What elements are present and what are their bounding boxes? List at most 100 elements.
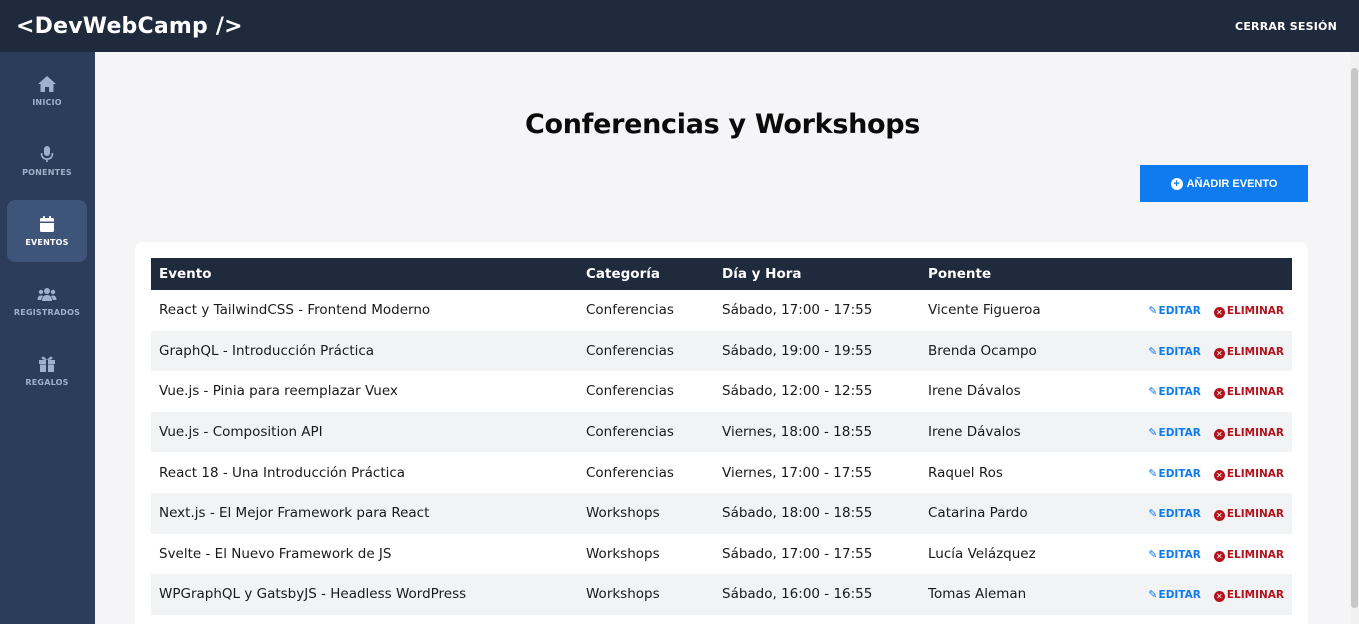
edit-button[interactable]: ✎EDITAR [1148,385,1201,399]
cell-evento: React 18 - Una Introducción Práctica [159,464,406,481]
cell-categoria: Conferencias [586,464,674,481]
cell-dia-hora: Sábado, 17:00 - 17:55 [722,302,873,319]
edit-label: EDITAR [1158,345,1201,358]
cell-dia-hora: Sábado, 17:00 - 17:55 [722,545,873,562]
delete-label: ELIMINAR [1226,467,1284,480]
cell-dia-hora: Sábado, 16:00 - 16:55 [722,586,873,603]
edit-label: EDITAR [1158,548,1201,561]
events-card: Evento Categoría Día y Hora Ponente Reac… [135,242,1308,624]
edit-button[interactable]: ✎EDITAR [1148,507,1201,521]
cell-evento: GraphQL - Introducción Práctica [159,342,375,359]
edit-button[interactable]: ✎EDITAR [1148,466,1201,480]
edit-button[interactable]: ✎EDITAR [1148,588,1201,602]
sidebar-item-inicio[interactable]: INICIO [7,60,87,122]
pencil-icon: ✎ [1148,466,1158,480]
sidebar-item-label: REGISTRADOS [13,308,81,317]
events-table: Evento Categoría Día y Hora Ponente Reac… [151,258,1292,615]
sidebar-item-ponentes[interactable]: PONENTES [7,130,87,192]
pencil-icon: ✎ [1148,426,1158,440]
delete-button[interactable]: ✕ ELIMINAR [1213,305,1284,319]
delete-button[interactable]: ✕ ELIMINAR [1213,386,1284,400]
delete-label: ELIMINAR [1226,508,1284,521]
edit-button[interactable]: ✎EDITAR [1148,426,1201,440]
cell-actions: ✎EDITAR ✕ ELIMINAR [1130,412,1292,453]
edit-label: EDITAR [1158,305,1201,318]
sidebar-item-label: REGALOS [25,378,69,387]
cell-dia-hora: Sábado, 19:00 - 19:55 [722,342,873,359]
x-circle-icon: ✕ [1213,429,1225,441]
cell-categoria: Conferencias [586,424,674,441]
delete-label: ELIMINAR [1226,345,1284,358]
cell-ponente: Lucía Velázquez [928,545,1036,562]
sidebar-item-eventos[interactable]: EVENTOS [7,200,87,262]
delete-label: ELIMINAR [1226,427,1284,440]
delete-button[interactable]: ✕ ELIMINAR [1213,345,1284,359]
pencil-icon: ✎ [1148,385,1158,399]
cell-categoria: Workshops [586,545,660,562]
pencil-icon: ✎ [1148,588,1158,602]
delete-button[interactable]: ✕ ELIMINAR [1213,467,1284,481]
x-circle-icon: ✕ [1213,469,1225,481]
logout-button[interactable]: CERRAR SESIÓN [1235,20,1337,33]
x-circle-icon: ✕ [1213,347,1225,359]
table-row: Svelte - El Nuevo Framework de JS Worksho… [151,534,1292,575]
sidebar-item-label: EVENTOS [25,238,69,247]
cell-actions: ✎EDITAR ✕ ELIMINAR [1130,452,1292,493]
x-circle-icon: ✕ [1213,307,1225,319]
edit-label: EDITAR [1158,427,1201,440]
cell-ponente: Irene Dávalos [928,383,1021,400]
x-circle-icon: ✕ [1213,591,1225,603]
cell-categoria: Conferencias [586,342,674,359]
scrollbar-thumb[interactable] [1351,68,1358,608]
x-circle-icon: ✕ [1213,550,1225,562]
edit-button[interactable]: ✎EDITAR [1148,344,1201,358]
delete-label: ELIMINAR [1226,589,1284,602]
cell-actions: ✎EDITAR ✕ ELIMINAR [1130,493,1292,534]
delete-label: ELIMINAR [1226,305,1284,318]
app-logo[interactable]: <DevWebCamp /> [16,14,243,39]
delete-button[interactable]: ✕ ELIMINAR [1213,508,1284,522]
cell-actions: ✎EDITAR ✕ ELIMINAR [1130,331,1292,372]
delete-label: ELIMINAR [1226,548,1284,561]
sidebar-item-regalos[interactable]: REGALOS [7,340,87,402]
sidebar-item-registrados[interactable]: REGISTRADOS [7,270,87,332]
cell-dia-hora: Viernes, 18:00 - 18:55 [722,424,873,441]
cell-evento: WPGraphQL y GatsbyJS - Headless WordPres… [159,586,467,603]
delete-button[interactable]: ✕ ELIMINAR [1213,427,1284,441]
cell-categoria: Conferencias [586,302,674,319]
cell-evento: Next.js - El Mejor Framework para React [159,505,430,522]
delete-button[interactable]: ✕ ELIMINAR [1213,589,1284,603]
header-ponente: Ponente [928,266,992,282]
edit-button[interactable]: ✎EDITAR [1148,304,1201,318]
cell-ponente: Tomas Aleman [928,586,1027,603]
pencil-icon: ✎ [1148,547,1158,561]
sidebar-item-label: PONENTES [22,168,72,177]
table-row: WPGraphQL y GatsbyJS - Headless WordPres… [151,574,1292,615]
microphone-icon [40,146,54,162]
plus-circle-icon: + [1170,177,1183,190]
cell-ponente: Brenda Ocampo [928,342,1037,359]
add-event-button[interactable]: + AÑADIR EVENTO [1140,165,1308,202]
sidebar: INICIO PONENTES EVENTOS REGISTRADOS REGA… [0,52,95,624]
delete-button[interactable]: ✕ ELIMINAR [1213,548,1284,562]
pencil-icon: ✎ [1148,344,1158,358]
page-title: Conferencias y Workshops [524,109,921,140]
cell-actions: ✎EDITAR ✕ ELIMINAR [1130,290,1292,331]
users-icon [37,288,57,301]
pencil-icon: ✎ [1148,304,1158,318]
cell-categoria: Conferencias [586,383,674,400]
pencil-icon: ✎ [1148,507,1158,521]
scrollbar[interactable] [1350,52,1359,624]
table-row: React y TailwindCSS - Frontend Moderno Co… [151,290,1292,331]
edit-label: EDITAR [1158,508,1201,521]
header-categoria: Categoría [586,266,660,282]
delete-label: ELIMINAR [1226,386,1284,399]
cell-evento: Vue.js - Composition API [159,424,323,441]
table-row: Vue.js - Pinia para reemplazar Vuex Confe… [151,371,1292,412]
cell-actions: ✎EDITAR ✕ ELIMINAR [1130,574,1292,615]
edit-button[interactable]: ✎EDITAR [1148,547,1201,561]
main-content: Conferencias y Workshops + AÑADIR EVENTO… [95,52,1350,624]
cell-dia-hora: Sábado, 18:00 - 18:55 [722,505,873,522]
sidebar-item-label: INICIO [32,98,62,107]
top-bar: <DevWebCamp /> CERRAR SESIÓN [0,0,1359,52]
